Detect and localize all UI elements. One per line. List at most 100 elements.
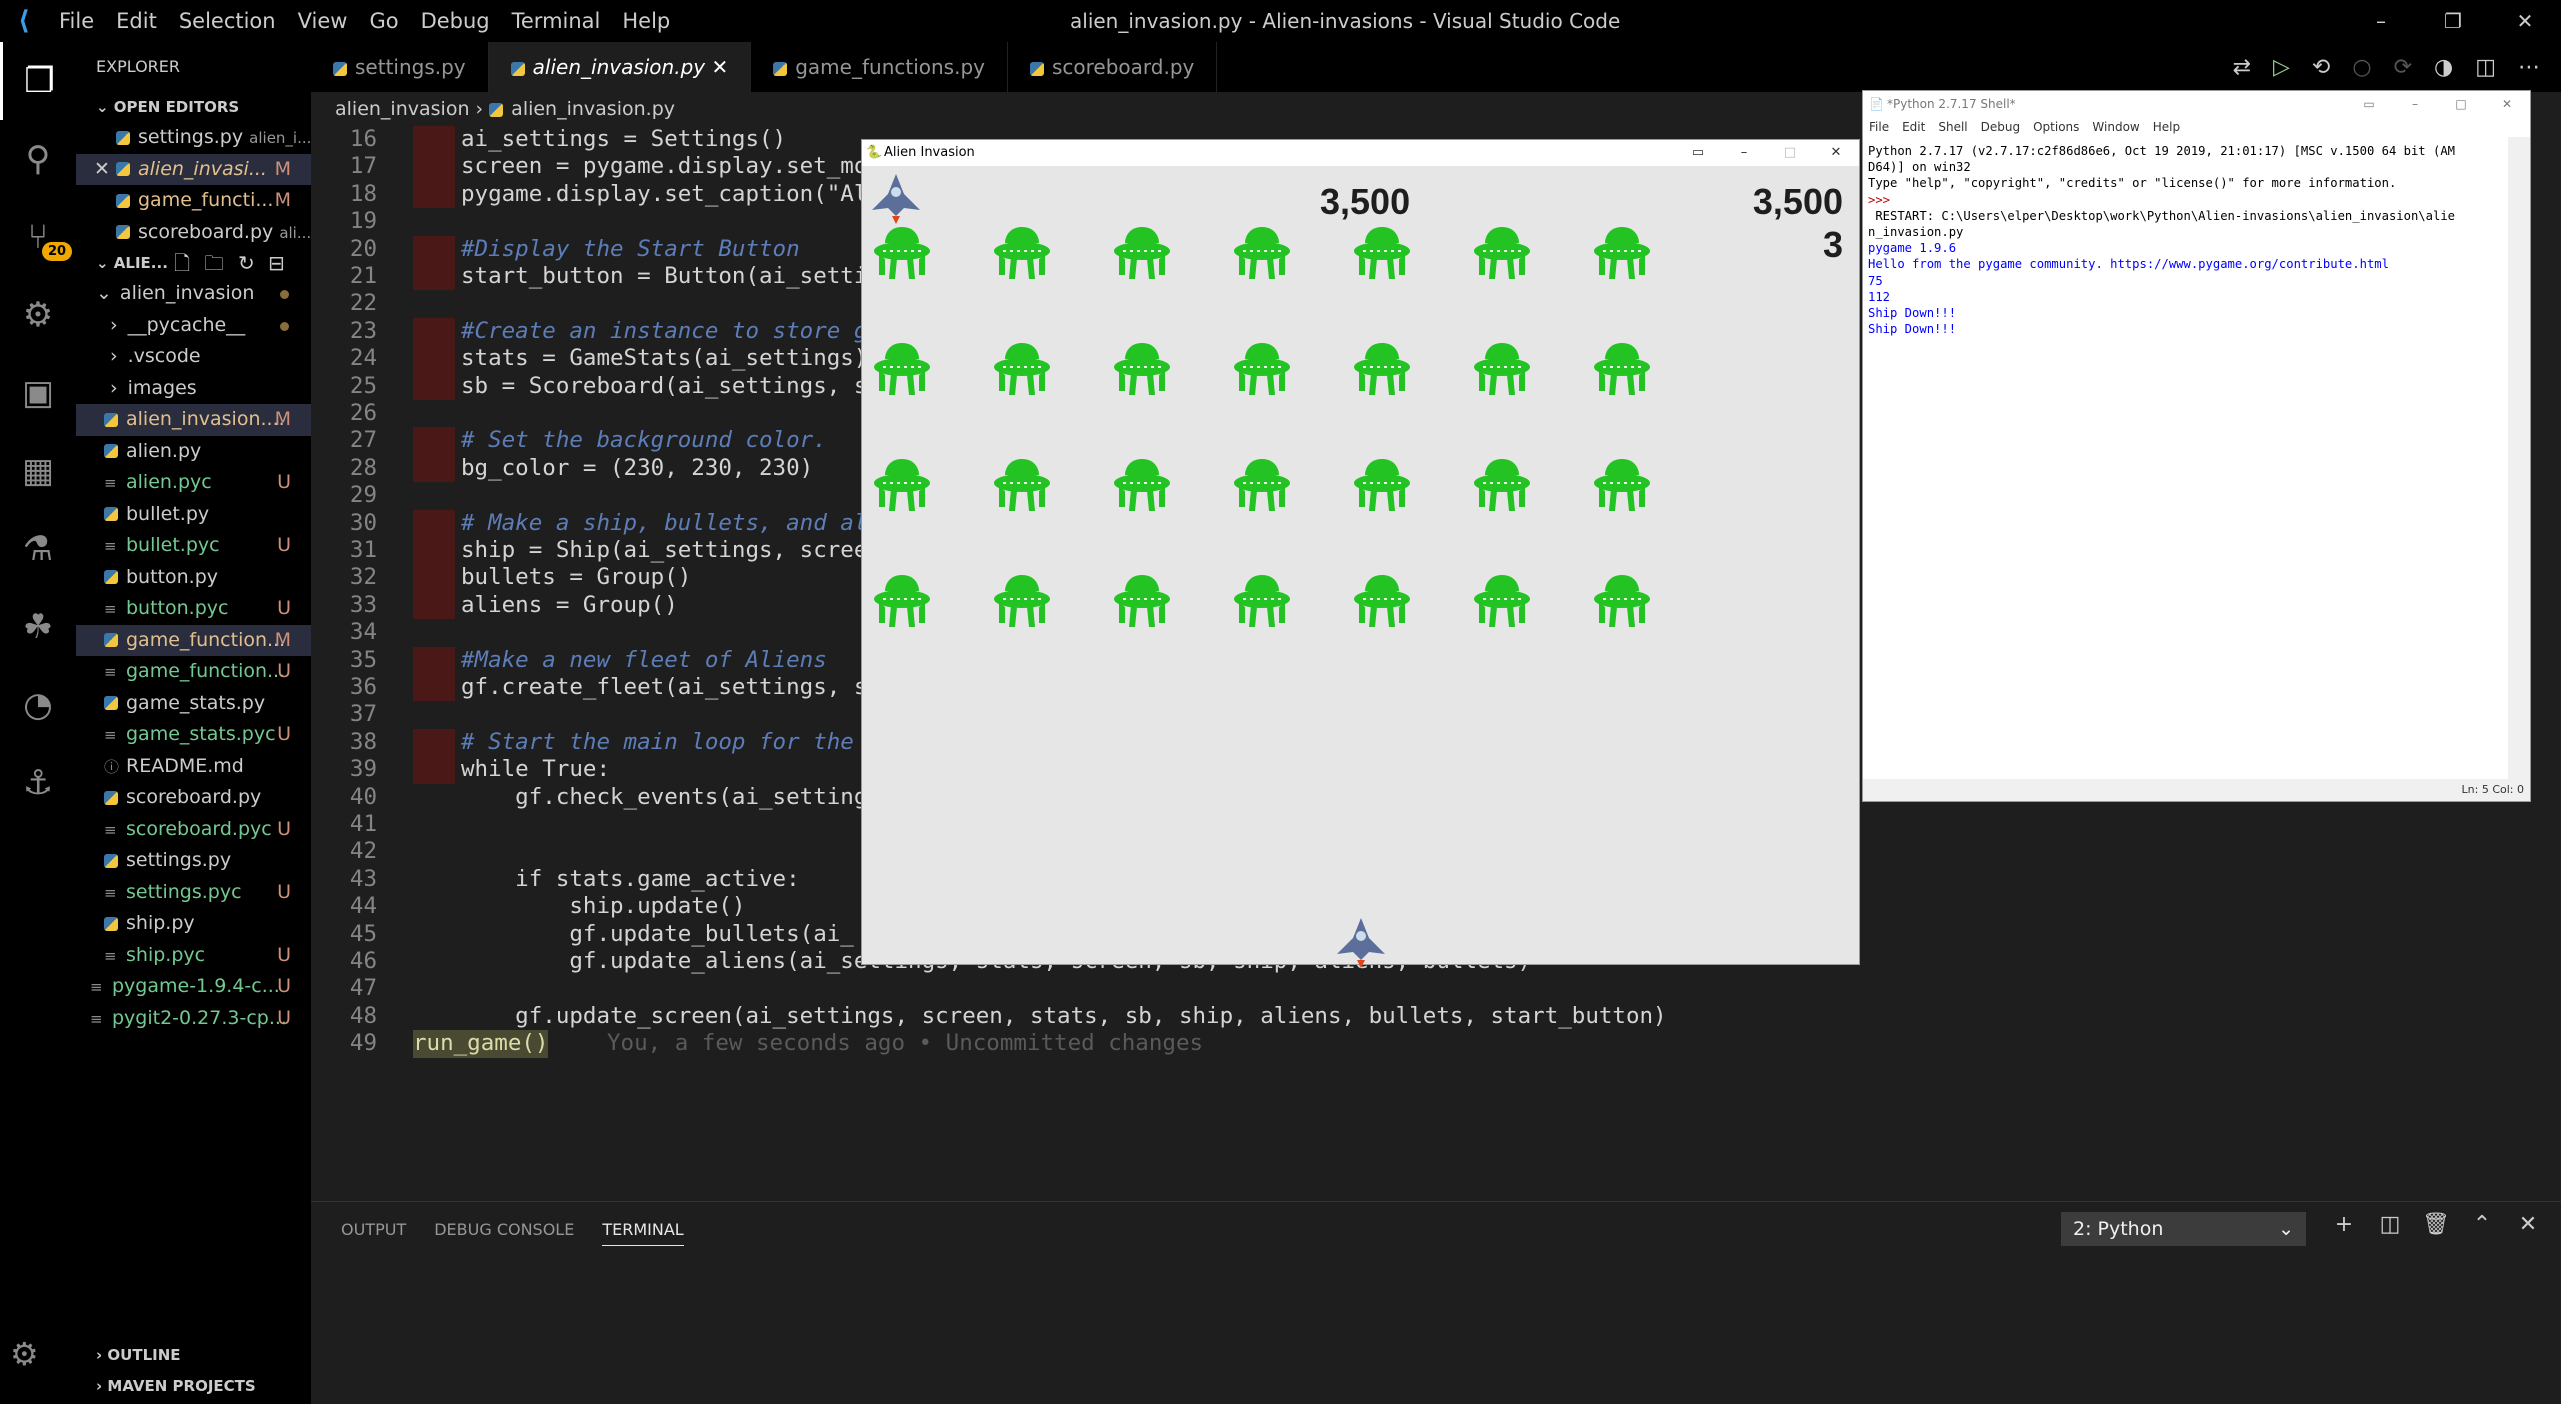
game-cast-icon[interactable]: ▭ (1675, 140, 1721, 166)
remote-explorer-icon[interactable]: ▣ (0, 354, 76, 432)
shell-menu-options[interactable]: Options (2033, 120, 2079, 134)
tree-icon[interactable]: ☘ (0, 588, 76, 666)
tree-item[interactable]: bullet.py (76, 499, 311, 531)
split-editor-icon[interactable]: ◫ (2475, 55, 2496, 80)
search-icon[interactable]: ⚲ (0, 120, 76, 198)
explorer-icon[interactable]: ❐ (0, 42, 76, 120)
shell-menu-window[interactable]: Window (2092, 120, 2139, 134)
tab-debug-console[interactable]: DEBUG CONSOLE (434, 1220, 574, 1246)
source-control-icon[interactable]: ⑂ 20 (0, 198, 76, 276)
gear-icon[interactable]: ⚙ (10, 1335, 39, 1373)
refresh-icon[interactable]: ↻ (238, 248, 255, 278)
menu-file[interactable]: File (59, 9, 94, 33)
collapse-all-icon[interactable]: ⊟ (268, 248, 285, 278)
tab-close-icon[interactable]: ✕ (711, 55, 728, 79)
menu-go[interactable]: Go (369, 9, 398, 33)
tree-item[interactable]: ≡ game_function... U (76, 656, 311, 688)
tree-item[interactable]: › .vscode (76, 341, 311, 373)
shell-menu-edit[interactable]: Edit (1902, 120, 1925, 134)
new-terminal-icon[interactable]: + (2321, 1212, 2367, 1237)
new-file-icon[interactable]: 🗋 (174, 248, 190, 278)
git-graph-icon[interactable]: ◔ (0, 666, 76, 744)
game-minimize-icon[interactable]: – (1721, 140, 1767, 166)
game-maximize-icon[interactable]: □ (1767, 140, 1813, 166)
close-panel-icon[interactable]: ✕ (2505, 1212, 2551, 1237)
close-icon[interactable]: ✕ (94, 154, 110, 186)
tree-item[interactable]: ≡ scoreboard.pyc U (76, 814, 311, 846)
history-icon[interactable]: ◑ (2434, 55, 2453, 80)
previous-change-icon[interactable]: ⟲ (2312, 55, 2330, 80)
project-section[interactable]: ⌄ ALIE... 🗋 🗀 ↻ ⊟ (76, 248, 311, 278)
menu-selection[interactable]: Selection (179, 9, 276, 33)
breadcrumb-folder[interactable]: alien_invasion (335, 98, 469, 120)
menu-terminal[interactable]: Terminal (512, 9, 601, 33)
tree-item[interactable]: ≡ ship.pyc U (76, 940, 311, 972)
open-editor-item[interactable]: scoreboard.py ali... (76, 217, 311, 249)
shell-menu-debug[interactable]: Debug (1981, 120, 2020, 134)
open-editors-section[interactable]: ⌄ OPEN EDITORS (76, 92, 311, 122)
tree-item[interactable]: button.py (76, 562, 311, 594)
shell-output[interactable]: Python 2.7.17 (v2.7.17:c2f86d86e6, Oct 1… (1863, 139, 2507, 779)
alien-invasion-window[interactable]: 🐍 Alien Invasion ▭ – □ ✕ 3,500 3,500 3 (861, 139, 1860, 968)
tree-item[interactable]: ≡ settings.pyc U (76, 877, 311, 909)
revert-icon[interactable]: ○ (2352, 55, 2371, 80)
shell-maximize-icon[interactable]: □ (2438, 91, 2484, 117)
shell-minimize-icon[interactable]: – (2392, 91, 2438, 117)
more-actions-icon[interactable]: ⋯ (2518, 55, 2540, 80)
tab-output[interactable]: OUTPUT (341, 1220, 406, 1246)
terminal-select[interactable]: 2: Python ⌄ (2061, 1212, 2306, 1246)
tree-item[interactable]: › images (76, 373, 311, 405)
tree-item[interactable]: scoreboard.py (76, 782, 311, 814)
open-editor-item[interactable]: game_functi... M (76, 185, 311, 217)
tree-item[interactable]: ≡ alien.pyc U (76, 467, 311, 499)
shell-menu-shell[interactable]: Shell (1938, 120, 1967, 134)
debug-icon[interactable]: ⚙ (0, 276, 76, 354)
tab-settings[interactable]: settings.py (311, 42, 489, 92)
shell-cast-icon[interactable]: ▭ (2346, 91, 2392, 117)
extensions-icon[interactable]: ▦ (0, 432, 76, 510)
python-shell-window[interactable]: 📄 *Python 2.7.17 Shell* ▭ – □ ✕ File Edit… (1862, 90, 2531, 802)
run-icon[interactable]: ▷ (2273, 55, 2290, 80)
tree-item[interactable]: alien_invasion.... M (76, 404, 311, 436)
tree-item[interactable]: ⓘ README.md (76, 751, 311, 783)
menu-edit[interactable]: Edit (116, 9, 157, 33)
breadcrumb-file[interactable]: alien_invasion.py (511, 98, 675, 120)
restore-icon[interactable]: ❐ (2417, 0, 2489, 42)
tab-game-functions[interactable]: game_functions.py (751, 42, 1008, 92)
close-icon[interactable]: ✕ (2489, 0, 2561, 42)
menu-view[interactable]: View (298, 9, 348, 33)
outline-section[interactable]: › OUTLINE (76, 1340, 311, 1371)
trash-icon[interactable]: 🗑 (2413, 1212, 2459, 1237)
tab-alien-invasion[interactable]: alien_invasion.py ✕ (488, 42, 752, 92)
shell-menu-help[interactable]: Help (2153, 120, 2180, 134)
menu-help[interactable]: Help (622, 9, 670, 33)
split-terminal-icon[interactable]: ◫ (2367, 1212, 2413, 1237)
tree-item[interactable]: game_stats.py (76, 688, 311, 720)
tree-item[interactable]: ≡ pygame-1.9.4-c... U (76, 971, 311, 1003)
tree-item[interactable]: alien.py (76, 436, 311, 468)
tree-item[interactable]: ⌄ alien_invasion (76, 278, 311, 310)
menu-debug[interactable]: Debug (421, 9, 490, 33)
tree-item[interactable]: › __pycache__ (76, 310, 311, 342)
next-change-icon[interactable]: ⟳ (2394, 55, 2412, 80)
tree-item[interactable]: ≡ button.pyc U (76, 593, 311, 625)
tree-item[interactable]: game_function... M (76, 624, 311, 656)
test-icon[interactable]: ⚗ (0, 510, 76, 588)
tab-scoreboard[interactable]: scoreboard.py (1008, 42, 1218, 92)
shell-close-icon[interactable]: ✕ (2484, 91, 2530, 117)
shell-menu-file[interactable]: File (1869, 120, 1889, 134)
maven-section[interactable]: › MAVEN PROJECTS (76, 1371, 311, 1402)
tab-terminal[interactable]: TERMINAL (602, 1220, 684, 1246)
open-editor-item[interactable]: settings.py alien_i... (76, 122, 311, 154)
minimize-icon[interactable]: – (2345, 0, 2417, 42)
game-close-icon[interactable]: ✕ (1813, 140, 1859, 166)
new-folder-icon[interactable]: 🗀 (204, 248, 224, 278)
maximize-panel-icon[interactable]: ⌃ (2459, 1212, 2505, 1237)
shell-scrollbar[interactable] (2508, 137, 2530, 781)
docker-icon[interactable]: ⚓ (0, 744, 76, 822)
tree-item[interactable]: settings.py (76, 845, 311, 877)
tree-item[interactable]: ≡ pygit2-0.27.3-cp... U (76, 1003, 311, 1035)
open-editor-item[interactable]: ✕ alien_invasi... M (76, 153, 311, 186)
tree-item[interactable]: ship.py (76, 908, 311, 940)
tree-item[interactable]: ≡ bullet.pyc U (76, 530, 311, 562)
